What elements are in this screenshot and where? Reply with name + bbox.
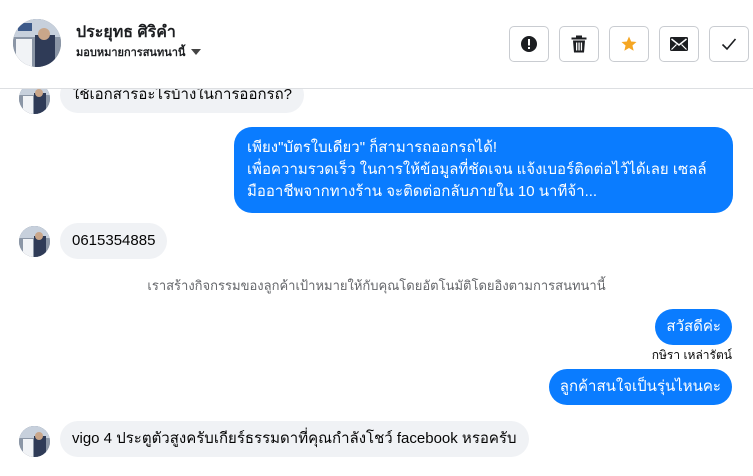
message-line: เพื่อความรวดเร็ว ในการให้ข้อมูลที่ชัดเจน… <box>247 161 707 178</box>
contact-name[interactable]: ประยุทธ ศิริคำ <box>76 20 176 45</box>
agent-name: กษิรา เหล่ารัตน์ <box>651 348 732 362</box>
message-thread[interactable]: ใช้เอกสารอะไรบ้างในการออกรถ? เพียง"บัตรใ… <box>0 77 753 476</box>
message-line: เพียง"บัตรใบเดียว" ก็สามารถออกรถได้! <box>247 139 497 156</box>
contact-avatar <box>19 226 50 257</box>
assign-label: มอบหมายการสนทนานี้ <box>76 47 186 59</box>
report-button[interactable] <box>509 26 549 62</box>
contact-avatar-large[interactable] <box>13 19 61 67</box>
message-line: มืออาชีพจากทางร้าน จะติดต่อกลับภายใน 10 … <box>247 183 598 200</box>
system-note: เราสร้างกิจกรรมของลูกค้าเป้าหมายให้กับคุ… <box>147 278 606 293</box>
header-actions <box>509 26 749 62</box>
conversation-view: ใช้เอกสารอะไรบ้างในการออกรถ? เพียง"บัตรใ… <box>0 0 753 476</box>
mark-unread-button[interactable] <box>659 26 699 62</box>
star-icon <box>621 36 637 51</box>
outgoing-message[interactable]: เพียง"บัตรใบเดียว" ก็สามารถออกรถได้! เพื… <box>234 127 733 213</box>
incoming-message[interactable]: vigo 4 ประตูตัวสูงครับเกียร์ธรรมดาที่คุณ… <box>60 421 529 457</box>
contact-avatar <box>19 426 50 457</box>
done-button[interactable] <box>709 26 749 62</box>
checkmark-icon <box>721 38 737 51</box>
chevron-down-icon <box>191 49 202 55</box>
envelope-icon <box>670 37 688 51</box>
conversation-header: ประยุทธ ศิริคำ มอบหมายการสนทนานี้ <box>0 0 753 89</box>
alert-circle-icon <box>521 36 537 52</box>
outgoing-message[interactable]: ลูกค้าสนใจเป็นรุ่นไหนคะ <box>548 369 732 405</box>
contact-photo <box>19 226 50 257</box>
incoming-message[interactable]: 0615354885 <box>60 223 168 259</box>
assign-conversation-dropdown[interactable]: มอบหมายการสนทนานี้ <box>76 43 202 61</box>
delete-button[interactable] <box>559 26 599 62</box>
star-button[interactable] <box>609 26 649 62</box>
trash-icon <box>571 35 587 53</box>
contact-photo <box>19 426 50 457</box>
contact-photo <box>13 19 61 67</box>
outgoing-message[interactable]: สวัสดีค่ะ <box>655 309 732 345</box>
